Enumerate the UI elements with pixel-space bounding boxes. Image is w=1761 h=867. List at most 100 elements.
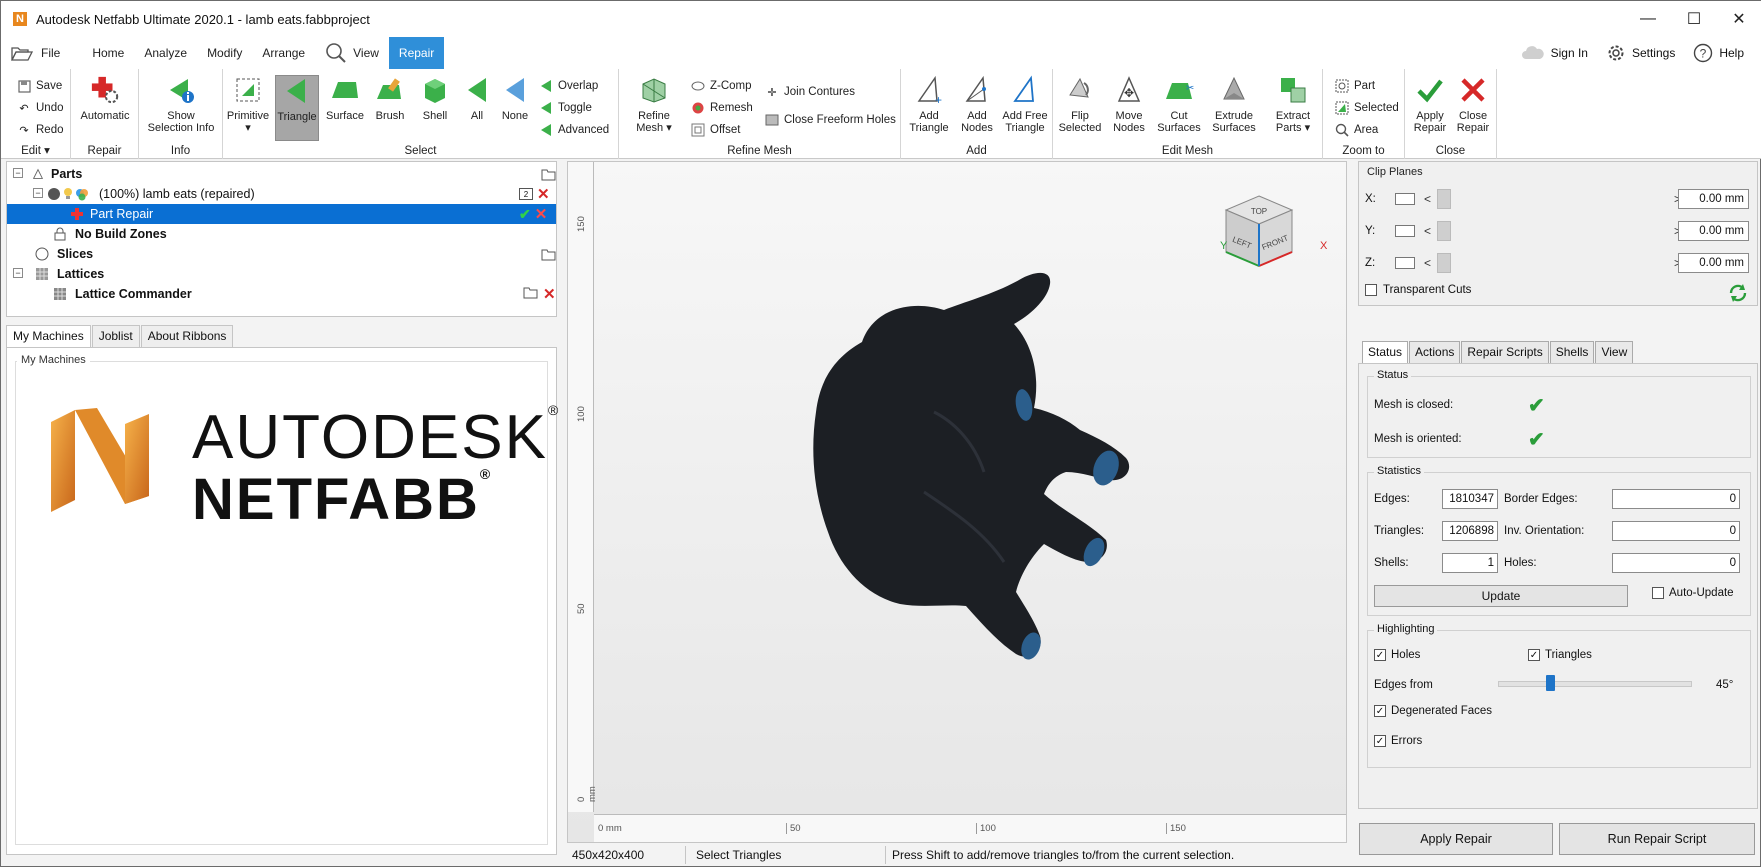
edges-from-thumb[interactable]	[1546, 675, 1555, 691]
tab-repair-scripts[interactable]: Repair Scripts	[1461, 341, 1549, 363]
redo-button[interactable]: ↷ Redo	[17, 121, 63, 139]
triangles-checkbox[interactable]: ✓ Triangles	[1528, 649, 1592, 661]
save-button[interactable]: Save	[17, 77, 62, 95]
clip-y-slider[interactable]	[1437, 221, 1691, 241]
tab-view[interactable]: View	[1595, 341, 1634, 363]
offset-button[interactable]: Offset	[691, 121, 740, 139]
zcomp-button[interactable]: Z-Comp	[691, 77, 752, 95]
automatic-repair-button[interactable]: Automatic	[79, 75, 131, 141]
menu-repair[interactable]: Repair	[388, 37, 445, 69]
tab-my-machines[interactable]: My Machines	[6, 325, 91, 347]
3d-viewport[interactable]: 150 100 50 0 mm 0 mm 50 100 150 TOP LEFT…	[567, 161, 1347, 843]
tree-row-parts[interactable]: − Parts	[11, 164, 556, 184]
holes-box[interactable]: ✓	[1374, 649, 1386, 661]
zoom-area-button[interactable]: Area	[1335, 121, 1378, 139]
add-triangle-button[interactable]: + Add Triangle	[905, 75, 953, 141]
cut-surfaces-button[interactable]: ✂ Cut Surfaces	[1153, 75, 1205, 141]
tree-row-part-repair[interactable]: Part Repair ✔ ✕	[7, 204, 556, 224]
extract-parts-button[interactable]: Extract Parts ▾	[1265, 75, 1321, 141]
zoom-selected-button[interactable]: Selected	[1335, 99, 1399, 117]
errors-box[interactable]: ✓	[1374, 735, 1386, 747]
auto-update-checkbox[interactable]: Auto-Update	[1652, 587, 1734, 599]
settings-button[interactable]: Settings	[1606, 43, 1675, 63]
select-all-button[interactable]: All	[459, 75, 495, 141]
collapse-toggle[interactable]: −	[13, 168, 23, 178]
holes-checkbox[interactable]: ✓ Holes	[1374, 649, 1420, 661]
menu-view[interactable]: View	[315, 37, 389, 69]
tab-status[interactable]: Status	[1362, 341, 1409, 363]
refresh-icon[interactable]	[1727, 282, 1749, 304]
collapse-toggle[interactable]: −	[33, 188, 43, 198]
tree-row-lattice-commander[interactable]: Lattice Commander ✕	[11, 284, 556, 304]
color-palette-icon[interactable]	[75, 187, 89, 201]
edges-from-slider[interactable]	[1498, 675, 1692, 695]
tree-row-slices[interactable]: Slices	[11, 244, 556, 264]
join-contures-button[interactable]: ✛ Join Contures	[765, 83, 855, 101]
select-shell-button[interactable]: Shell	[413, 75, 457, 141]
tab-joblist[interactable]: Joblist	[91, 325, 140, 347]
advanced-button[interactable]: Advanced	[539, 121, 609, 139]
edit-dropdown[interactable]: Edit ▾	[1, 143, 70, 157]
view-cube[interactable]: TOP LEFT FRONT	[1214, 190, 1304, 280]
tab-shells[interactable]: Shells	[1549, 341, 1595, 363]
tab-actions[interactable]: Actions	[1409, 341, 1461, 363]
refine-mesh-button[interactable]: Refine Mesh ▾	[629, 75, 679, 141]
clip-z-slider[interactable]	[1437, 253, 1691, 273]
apply-check-icon[interactable]: ✔	[519, 206, 531, 223]
triangles-box[interactable]: ✓	[1528, 649, 1540, 661]
undo-button[interactable]: ↶ Undo	[17, 99, 63, 117]
tree-row-lattices[interactable]: − Lattices	[11, 264, 551, 284]
minimize-button[interactable]: —	[1625, 1, 1671, 37]
slider-handle[interactable]	[1437, 253, 1451, 273]
sign-in-button[interactable]: Sign In	[1521, 46, 1588, 60]
remove-lattice-icon[interactable]: ✕	[543, 285, 556, 303]
degenerated-faces-box[interactable]: ✓	[1374, 705, 1386, 717]
zoom-part-button[interactable]: Part	[1335, 77, 1375, 95]
select-none-button[interactable]: None	[495, 75, 535, 141]
transparent-cuts-box[interactable]	[1365, 284, 1377, 296]
extrude-surfaces-button[interactable]: Extrude Surfaces	[1205, 75, 1263, 141]
close-window-button[interactable]: ✕	[1716, 1, 1761, 37]
menu-file[interactable]: File	[1, 37, 70, 69]
close-repair-ribbon-button[interactable]: Close Repair	[1453, 75, 1493, 141]
parts-open-folder-icon[interactable]	[541, 168, 557, 181]
add-free-triangle-button[interactable]: Add Free Triangle	[999, 75, 1051, 141]
errors-checkbox[interactable]: ✓ Errors	[1374, 735, 1422, 747]
flip-selected-button[interactable]: Flip Selected	[1055, 75, 1105, 141]
primitive-button[interactable]: Primitive ▾	[227, 75, 269, 141]
remove-part-icon[interactable]: ✕	[537, 185, 550, 203]
menu-analyze[interactable]: Analyze	[134, 37, 197, 69]
clip-y-left-arrow[interactable]: <	[1424, 224, 1431, 238]
clip-z-value[interactable]: 0.00 mm	[1678, 253, 1749, 273]
clip-z-left-arrow[interactable]: <	[1424, 256, 1431, 270]
clip-z-color-swatch[interactable]	[1395, 257, 1415, 269]
collapse-toggle[interactable]: −	[13, 268, 23, 278]
move-nodes-button[interactable]: ✥ Move Nodes	[1107, 75, 1151, 141]
toggle-button[interactable]: Toggle	[539, 99, 592, 117]
run-repair-script-button[interactable]: Run Repair Script	[1559, 823, 1755, 855]
lightbulb-icon[interactable]	[61, 187, 75, 201]
clip-y-value[interactable]: 0.00 mm	[1678, 221, 1749, 241]
update-button[interactable]: Update	[1374, 585, 1628, 607]
maximize-button[interactable]: ☐	[1671, 1, 1717, 37]
add-nodes-button[interactable]: Add Nodes	[955, 75, 999, 141]
clip-x-value[interactable]: 0.00 mm	[1678, 189, 1749, 209]
discard-x-icon[interactable]: ✕	[535, 205, 548, 223]
menu-arrange[interactable]: Arrange	[252, 37, 315, 69]
slices-open-folder-icon[interactable]	[541, 248, 557, 261]
part-visibility-icon[interactable]	[47, 187, 61, 201]
remesh-button[interactable]: Remesh	[691, 99, 753, 117]
overlap-button[interactable]: Overlap	[539, 77, 598, 95]
transparent-cuts-checkbox[interactable]: Transparent Cuts	[1365, 284, 1471, 296]
degenerated-faces-checkbox[interactable]: ✓ Degenerated Faces	[1374, 705, 1492, 717]
apply-repair-ribbon-button[interactable]: Apply Repair	[1411, 75, 1449, 141]
select-triangle-button[interactable]: Triangle	[275, 75, 319, 141]
close-freeform-holes-button[interactable]: Close Freeform Holes	[765, 111, 896, 129]
slider-handle[interactable]	[1437, 221, 1451, 241]
clip-x-color-swatch[interactable]	[1395, 193, 1415, 205]
apply-repair-button[interactable]: Apply Repair	[1359, 823, 1553, 855]
clip-x-left-arrow[interactable]: <	[1424, 192, 1431, 206]
slider-handle[interactable]	[1437, 189, 1451, 209]
tree-row-no-build-zones[interactable]: No Build Zones	[11, 224, 551, 244]
open-folder-icon[interactable]	[523, 286, 539, 302]
